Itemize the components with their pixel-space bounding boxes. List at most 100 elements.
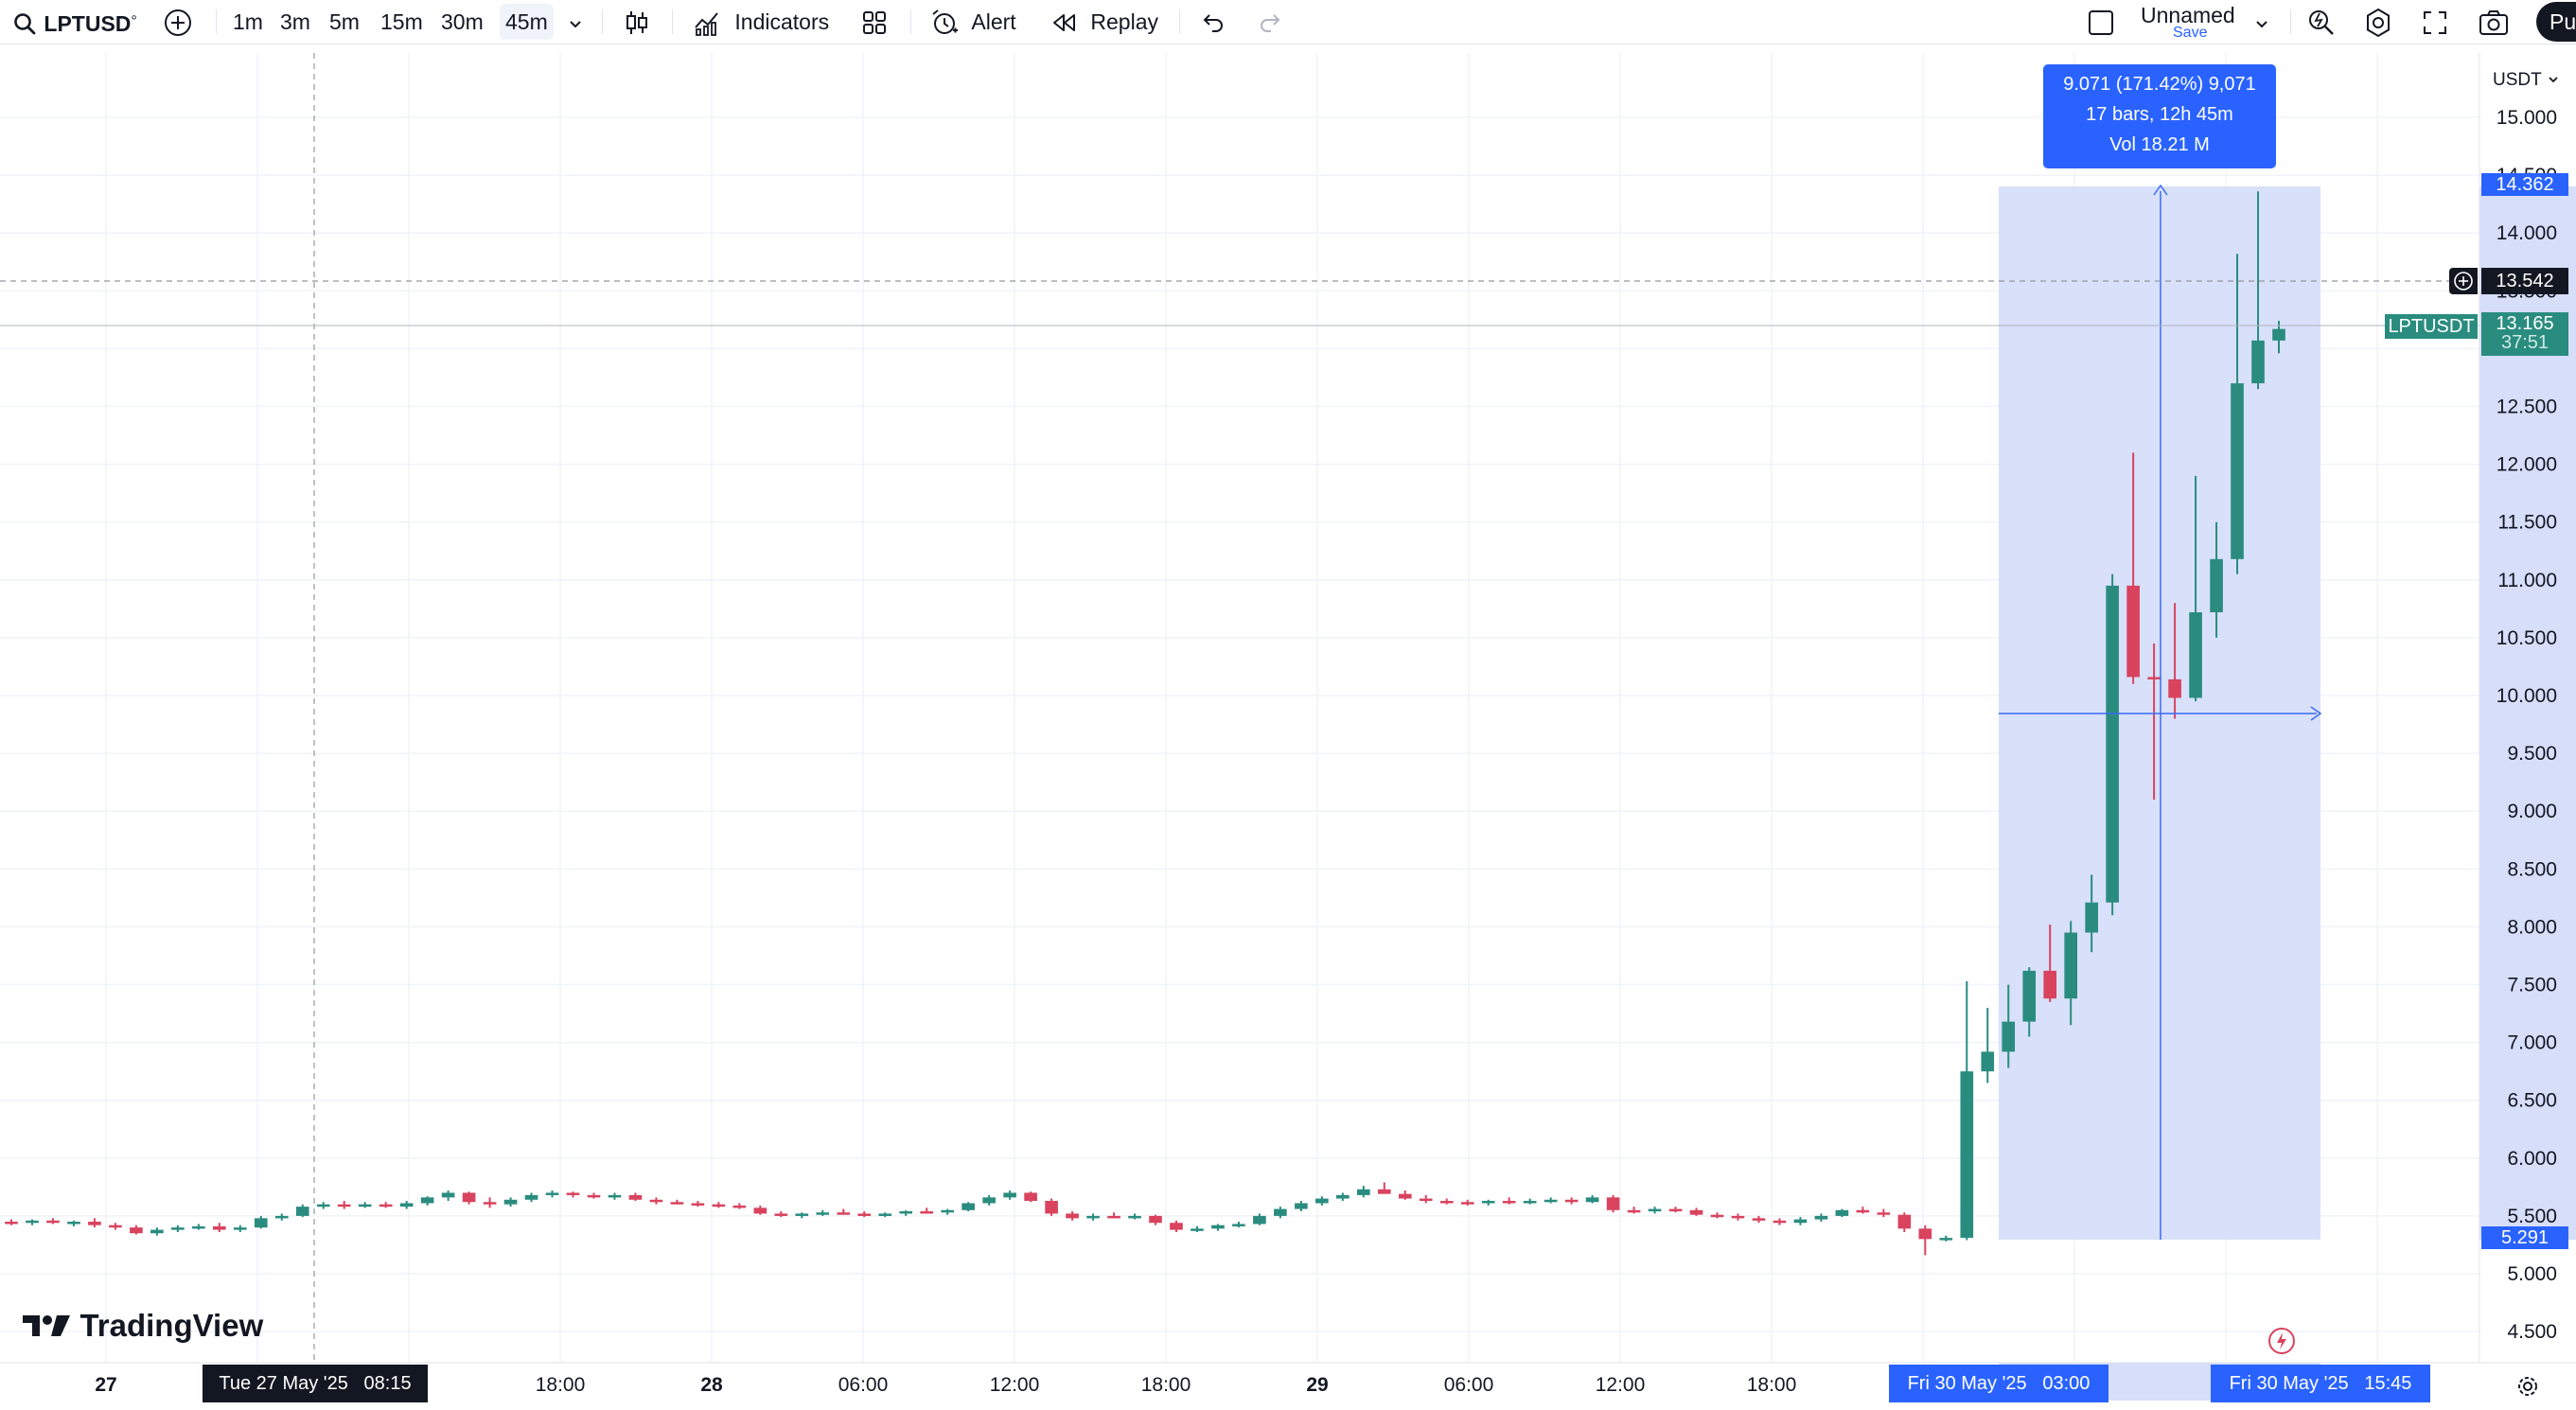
event-marker[interactable]	[2267, 1327, 2296, 1355]
candle-body	[171, 1227, 185, 1230]
crosshair-add-button[interactable]	[2449, 268, 2478, 294]
chart-type-button[interactable]	[623, 0, 651, 44]
candle-body	[1336, 1194, 1350, 1199]
candle-body	[1481, 1201, 1495, 1204]
alert-button[interactable]: Alert	[929, 0, 1016, 44]
timeframe-1m[interactable]: 1m	[227, 4, 269, 40]
candle-body	[1668, 1208, 1683, 1212]
symbol-search-button[interactable]: LPTUSD°	[13, 0, 137, 44]
currency-selector[interactable]: USDT	[2493, 70, 2560, 91]
gear-icon	[2518, 1377, 2537, 1396]
layout-save-label[interactable]: Save	[2173, 25, 2207, 42]
candle-body	[1045, 1201, 1058, 1214]
toolbar-divider	[910, 9, 911, 34]
candle-body	[1211, 1225, 1225, 1229]
redo-button[interactable]	[1257, 0, 1283, 44]
candle-body	[379, 1204, 393, 1207]
indicators-button[interactable]: Indicators	[693, 0, 829, 44]
candle-body	[2147, 677, 2161, 679]
toolbar-divider	[672, 9, 673, 34]
candle-body	[1773, 1220, 1787, 1224]
candle-body	[2272, 328, 2285, 341]
candle-body	[316, 1204, 330, 1207]
compare-symbol-button[interactable]	[163, 0, 193, 44]
candle-body	[691, 1203, 705, 1206]
price-tick-label: 11.000	[2497, 570, 2557, 591]
timeframe-45m[interactable]: 45m	[500, 4, 554, 40]
gear-icon	[2367, 8, 2390, 38]
time-tick-label: 28	[700, 1374, 723, 1396]
time-tick-label: 29	[1306, 1374, 1328, 1396]
undo-button[interactable]	[1200, 0, 1226, 44]
candle-body	[1315, 1198, 1329, 1204]
candle-body	[2043, 970, 2057, 999]
candle-body	[982, 1197, 996, 1204]
plus-circle-icon	[2454, 272, 2473, 291]
fullscreen-button[interactable]	[2421, 0, 2449, 44]
search-icon	[14, 13, 36, 35]
candle-body	[1003, 1192, 1016, 1198]
bar-countdown: 37:51	[2500, 332, 2550, 353]
replay-button[interactable]: Replay	[1050, 0, 1158, 44]
candle-body	[5, 1222, 18, 1225]
candle-body	[274, 1215, 289, 1219]
plus-circle-icon	[165, 9, 191, 36]
candle-body	[1689, 1209, 1703, 1215]
layout-dropdown[interactable]	[2252, 0, 2271, 44]
measure-tooltip: 9.071 (171.42%) 9,071 17 bars, 12h 45m V…	[2043, 64, 2276, 168]
price-tick-label: 8.000	[2507, 916, 2557, 938]
settings-button[interactable]	[2362, 0, 2394, 44]
fullscreen-icon	[2424, 11, 2446, 34]
candle-body	[2022, 970, 2037, 1022]
publish-button[interactable]: Pu	[2536, 2, 2576, 42]
timeframe-dropdown[interactable]	[566, 0, 585, 44]
candle-body	[67, 1222, 80, 1225]
price-tick-label: 10.500	[2497, 627, 2557, 649]
candle-body	[2002, 1021, 2016, 1052]
alert-label: Alert	[971, 9, 1016, 34]
candle-body	[1793, 1219, 1808, 1224]
symbol-mark: °	[131, 13, 137, 29]
undo-icon	[1203, 14, 1223, 32]
candles-icon	[626, 11, 647, 34]
measure-low-price-label: 5.291	[2481, 1226, 2568, 1249]
price-tick-label: 5.500	[2507, 1206, 2557, 1227]
candle-body	[1856, 1209, 1870, 1213]
timeframe-3m[interactable]: 3m	[274, 4, 316, 40]
candle-body	[192, 1225, 205, 1229]
layout-menu-button[interactable]	[2086, 0, 2116, 44]
templates-button[interactable]	[861, 0, 888, 44]
measure-volume: Vol 18.21 M	[2109, 134, 2210, 155]
price-chart[interactable]: 15.00014.50014.00013.50013.00012.50012.0…	[0, 53, 2576, 1410]
candle-body	[295, 1207, 309, 1216]
timeframe-15m[interactable]: 15m	[375, 4, 429, 40]
currency-label: USDT	[2493, 70, 2542, 90]
timeframe-30m[interactable]: 30m	[435, 4, 489, 40]
camera-icon	[2479, 10, 2508, 35]
candle-body	[1981, 1051, 1995, 1072]
candle-body	[1835, 1209, 1849, 1216]
candle-body	[358, 1204, 372, 1207]
candle-body	[213, 1225, 226, 1230]
candle-body	[837, 1212, 851, 1215]
price-tick-label: 9.500	[2507, 743, 2557, 765]
range-start-time-label: Fri 30 May '25 03:00	[1889, 1365, 2108, 1402]
snapshot-button[interactable]	[2478, 0, 2510, 44]
replay-label: Replay	[1090, 9, 1158, 34]
candle-body	[399, 1203, 414, 1207]
lightning-icon	[2268, 1328, 2295, 1354]
candle-body	[150, 1229, 164, 1234]
candle-body	[2064, 932, 2077, 999]
timeframe-5m[interactable]: 5m	[324, 4, 365, 40]
time-tick-label: 06:00	[838, 1374, 889, 1396]
toolbar-divider	[2290, 9, 2291, 34]
chart-area[interactable]: 15.00014.50014.00013.50013.00012.50012.0…	[0, 53, 2576, 1410]
axis-settings-button[interactable]	[2514, 1372, 2542, 1401]
price-tick-label: 12.000	[2497, 454, 2557, 476]
candle-body	[1377, 1189, 1391, 1194]
quick-search-button[interactable]	[2305, 0, 2338, 44]
candle-body	[545, 1192, 559, 1195]
price-tick-label: 8.500	[2507, 858, 2557, 880]
last-price-badge: 13.165 37:51	[2481, 312, 2568, 356]
candles	[5, 191, 2285, 1256]
